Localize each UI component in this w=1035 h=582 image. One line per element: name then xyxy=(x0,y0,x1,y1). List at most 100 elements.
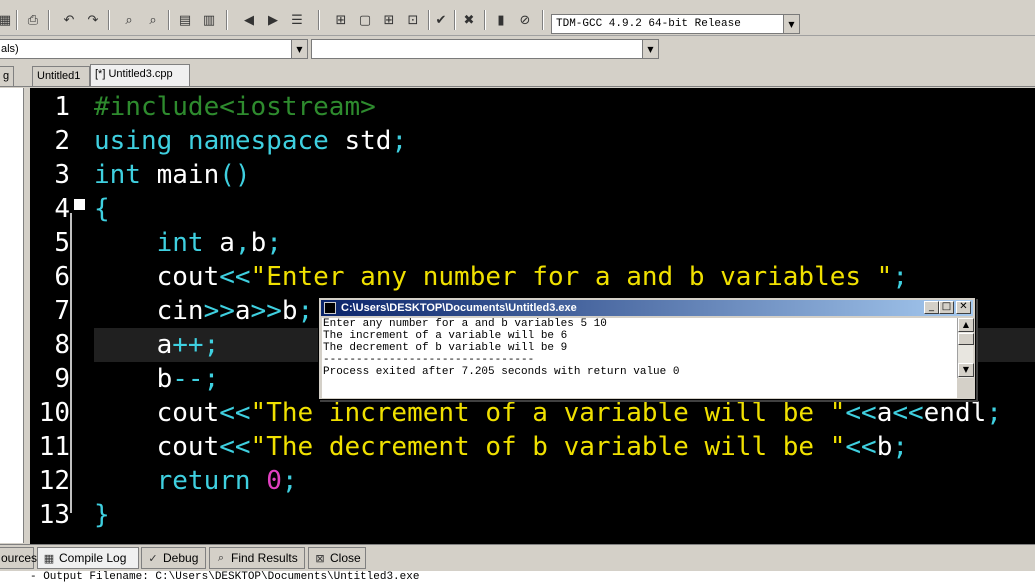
tab-untitled1[interactable]: Untitled1 xyxy=(32,66,90,86)
indent-icon[interactable]: ◀ xyxy=(238,9,260,31)
line-number: 1 xyxy=(54,92,70,122)
code-line[interactable]: 1 #include<iostream> xyxy=(30,90,1035,124)
code-line[interactable]: 5 int a,b; xyxy=(30,226,1035,260)
code-line[interactable]: 11 cout<<"The decrement of b variable wi… xyxy=(30,430,1035,464)
member-combo[interactable]: ▼ xyxy=(311,39,659,59)
find-icon[interactable]: ⌕ xyxy=(118,9,140,31)
code-token: >> xyxy=(250,296,282,326)
tab-debug[interactable]: ✓ Debug xyxy=(141,547,206,569)
chevron-down-icon[interactable]: ▼ xyxy=(291,40,307,58)
toolbar-separator xyxy=(16,10,18,30)
tab-find-results[interactable]: ⌕ Find Results xyxy=(209,547,305,569)
toolbar-separator xyxy=(318,10,320,30)
toggle-bookmark-icon[interactable]: ▤ xyxy=(174,9,196,31)
toolbar-separator xyxy=(542,10,544,30)
tab-compile-log[interactable]: ▦ Compile Log xyxy=(37,547,139,569)
line-number: 8 xyxy=(54,330,70,360)
code-line[interactable]: 12 return 0; xyxy=(30,464,1035,498)
line-number: 4 xyxy=(54,194,70,224)
goto-bookmark-icon[interactable]: ▥ xyxy=(198,9,220,31)
scroll-down-icon[interactable]: ▼ xyxy=(958,363,974,377)
compile-icon[interactable]: ⊞ xyxy=(330,9,352,31)
code-text: return 0; xyxy=(94,464,298,498)
code-token: std xyxy=(328,126,392,156)
code-token: b xyxy=(250,228,267,258)
code-token: () xyxy=(219,160,251,190)
code-token: << xyxy=(219,262,251,292)
compiler-select-value: TDM-GCC 4.9.2 64-bit Release xyxy=(556,18,741,30)
scroll-thumb[interactable] xyxy=(958,333,974,345)
toolbar-separator xyxy=(454,10,456,30)
code-text: cout<<"The increment of a variable will … xyxy=(94,396,1002,430)
console-scrollbar[interactable]: ▲ ▼ xyxy=(957,318,974,378)
tab-resources[interactable]: ources xyxy=(0,547,37,569)
toolbar-separator xyxy=(108,10,110,30)
tab-left-panel[interactable]: g xyxy=(0,66,14,86)
undo-icon[interactable]: ↶ xyxy=(58,9,80,31)
code-token: endl xyxy=(923,398,987,428)
code-token: << xyxy=(219,432,251,462)
code-token: b xyxy=(281,296,298,326)
code-token: a xyxy=(203,228,235,258)
code-line[interactable]: 4{ xyxy=(30,192,1035,226)
code-text: cin>>a>>b; xyxy=(94,294,314,328)
close-icon[interactable]: ✕ xyxy=(956,301,971,314)
code-token: "The increment of a variable will be " xyxy=(250,398,846,428)
code-token: ; xyxy=(297,296,314,326)
tab-untitled3[interactable]: [*] Untitled3.cpp xyxy=(90,64,190,86)
replace-icon[interactable]: ⌕ xyxy=(142,9,164,31)
tab-close[interactable]: ⊠ Close xyxy=(308,547,366,569)
close-panel-icon: ⊠ xyxy=(315,551,325,565)
line-number: 10 xyxy=(38,398,70,428)
code-line[interactable]: 10 cout<<"The increment of a variable wi… xyxy=(30,396,1035,430)
code-line[interactable]: 2 using namespace std; xyxy=(30,124,1035,158)
compiler-select[interactable]: TDM-GCC 4.9.2 64-bit Release ▼ xyxy=(551,14,800,34)
code-token: << xyxy=(845,432,877,462)
new-file-icon[interactable]: ▦ xyxy=(0,9,16,31)
rebuild-icon[interactable]: ⊡ xyxy=(402,9,424,31)
maximize-icon[interactable]: □ xyxy=(939,301,954,314)
project-panel[interactable] xyxy=(0,88,24,543)
code-line[interactable]: 13} xyxy=(30,498,1035,532)
console-icon xyxy=(324,302,336,314)
class-combo[interactable]: als) ▼ xyxy=(0,39,308,59)
chevron-down-icon[interactable]: ▼ xyxy=(642,40,658,58)
console-line: The decrement of b variable will be 9 xyxy=(323,342,568,354)
syntax-check-icon[interactable]: ✔ xyxy=(430,9,452,31)
compile-run-icon[interactable]: ⊞ xyxy=(378,9,400,31)
code-token: "Enter any number for a and b variables … xyxy=(250,262,893,292)
code-token: b xyxy=(94,364,173,394)
unindent-icon[interactable]: ▶ xyxy=(262,9,284,31)
code-token: "The decrement of b variable will be " xyxy=(250,432,846,462)
code-token: } xyxy=(94,500,110,530)
class-combo-value: als) xyxy=(1,43,19,55)
tab-label: Find Results xyxy=(231,551,298,565)
chevron-down-icon[interactable]: ▼ xyxy=(783,15,799,33)
minimize-icon[interactable]: _ xyxy=(924,301,939,314)
console-line: The increment of a variable will be 6 xyxy=(323,330,568,342)
console-window[interactable]: C:\Users\DESKTOP\Documents\Untitled3.exe… xyxy=(318,297,976,400)
chart-icon[interactable]: ▮ xyxy=(490,9,512,31)
code-text: cout<<"Enter any number for a and b vari… xyxy=(94,260,908,294)
tab-label: Debug xyxy=(163,551,199,565)
run-icon[interactable]: ▢ xyxy=(354,9,376,31)
code-token: >> xyxy=(203,296,235,326)
scroll-up-icon[interactable]: ▲ xyxy=(958,318,974,332)
print-icon[interactable]: ⎙ xyxy=(22,9,44,31)
comment-icon[interactable]: ☰ xyxy=(286,9,308,31)
code-line[interactable]: 3 int main() xyxy=(30,158,1035,192)
code-token: cin xyxy=(94,296,204,326)
toolbar-separator xyxy=(484,10,486,30)
profile-icon[interactable]: ⊘ xyxy=(514,9,536,31)
toolbar-separator xyxy=(226,10,228,30)
code-text: b--; xyxy=(94,362,220,396)
console-line: Enter any number for a and b variables 5… xyxy=(323,318,607,330)
code-line[interactable]: 6 cout<<"Enter any number for a and b va… xyxy=(30,260,1035,294)
code-token: cout xyxy=(94,262,220,292)
redo-icon[interactable]: ↷ xyxy=(82,9,104,31)
stop-icon[interactable]: ✖ xyxy=(458,9,480,31)
console-title-bar[interactable]: C:\Users\DESKTOP\Documents\Untitled3.exe… xyxy=(321,300,973,316)
